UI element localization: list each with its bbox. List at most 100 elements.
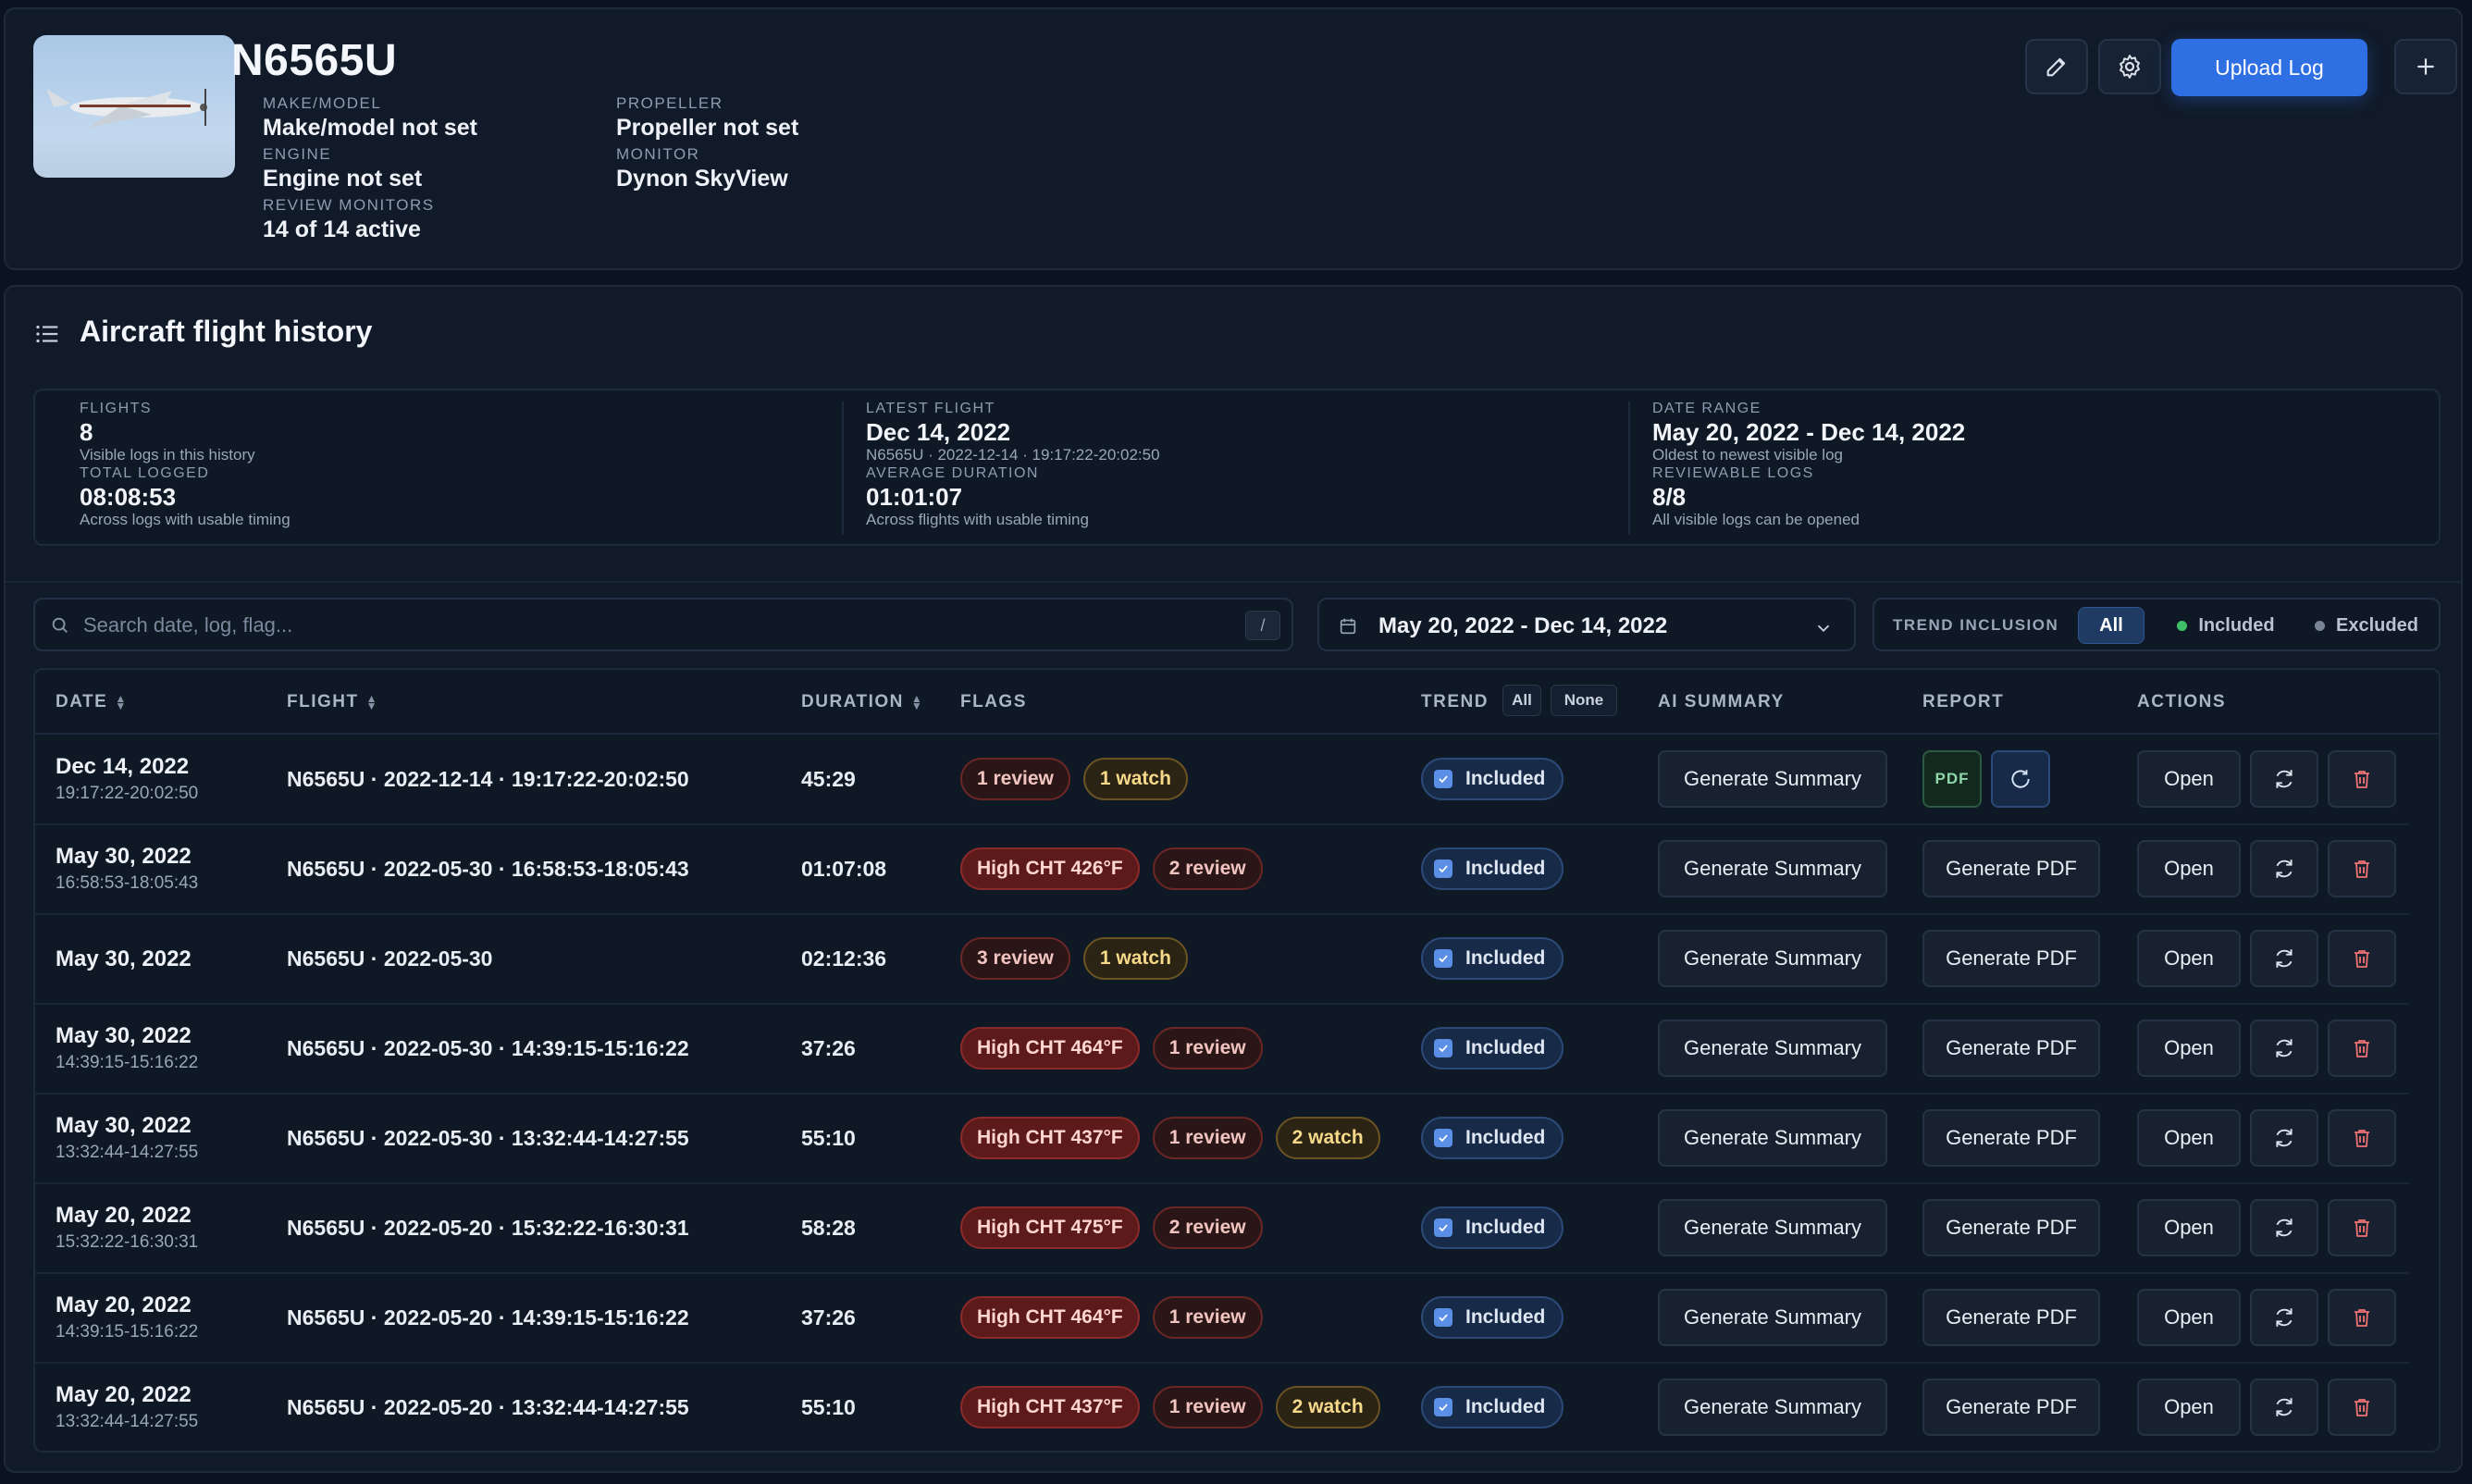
- stat-sub: Visible logs in this history: [80, 446, 255, 464]
- delete-button[interactable]: [2328, 1379, 2396, 1436]
- open-button[interactable]: Open: [2137, 840, 2241, 897]
- add-button[interactable]: [2394, 39, 2457, 94]
- generate-pdf-button[interactable]: Generate PDF: [1922, 1020, 2100, 1077]
- stat-value: 08:08:53: [80, 483, 177, 511]
- reprocess-button[interactable]: [2250, 1109, 2318, 1167]
- generate-summary-button[interactable]: Generate Summary: [1658, 750, 1887, 808]
- toggle-label: Included: [1465, 947, 1546, 969]
- delete-button[interactable]: [2328, 750, 2396, 808]
- open-button[interactable]: Open: [2137, 1109, 2241, 1167]
- delete-button[interactable]: [2328, 1020, 2396, 1077]
- trend-included-toggle[interactable]: Included: [1421, 1296, 1564, 1339]
- generate-pdf-button[interactable]: Generate PDF: [1922, 1289, 2100, 1346]
- column-duration-header[interactable]: DURATION ▲ ▼: [801, 692, 923, 712]
- delete-button[interactable]: [2328, 1109, 2396, 1167]
- flag-chip-watch: 1 watch: [1082, 937, 1188, 980]
- reprocess-button[interactable]: [2250, 1199, 2318, 1256]
- trend-none-button[interactable]: None: [1551, 685, 1617, 716]
- trash-icon: [2355, 1219, 2369, 1237]
- generate-pdf-button[interactable]: Generate PDF: [1922, 1199, 2100, 1256]
- stat-label: FLIGHTS: [80, 401, 153, 416]
- toggle-label: Included: [1465, 1217, 1546, 1238]
- regenerate-pdf-button[interactable]: [1991, 750, 2050, 808]
- generate-summary-button[interactable]: Generate Summary: [1658, 1199, 1887, 1256]
- open-button[interactable]: Open: [2137, 750, 2241, 808]
- date-range-select[interactable]: May 20, 2022 - Dec 14, 2022: [1317, 598, 1856, 651]
- filter-included-button[interactable]: Included: [2161, 607, 2291, 644]
- row-time: 19:17:22-20:02:50: [56, 784, 199, 803]
- gear-icon: [2120, 55, 2140, 79]
- settings-button[interactable]: [2098, 39, 2161, 94]
- row-flags: High CHT 426°F 2 review: [960, 847, 1263, 890]
- reprocess-button[interactable]: [2250, 1020, 2318, 1077]
- generate-summary-button[interactable]: Generate Summary: [1658, 1289, 1887, 1346]
- generate-summary-button[interactable]: Generate Summary: [1658, 1379, 1887, 1436]
- trend-included-toggle[interactable]: Included: [1421, 937, 1564, 980]
- reprocess-button[interactable]: [2250, 930, 2318, 987]
- trash-icon: [2355, 1040, 2369, 1057]
- column-actions-header: ACTIONS: [2137, 692, 2226, 711]
- delete-button[interactable]: [2328, 840, 2396, 897]
- row-date: May 30, 2022: [56, 946, 192, 971]
- spec-propeller: PROPELLER Propeller not set: [616, 94, 798, 142]
- row-duration: 55:10: [801, 1126, 856, 1150]
- filter-excluded-button[interactable]: Excluded: [2302, 607, 2431, 644]
- delete-button[interactable]: [2328, 930, 2396, 987]
- reprocess-button[interactable]: [2250, 1289, 2318, 1346]
- reprocess-button[interactable]: [2250, 1379, 2318, 1436]
- generate-summary-button[interactable]: Generate Summary: [1658, 1020, 1887, 1077]
- refresh-icon: [2276, 859, 2293, 878]
- row-flags: High CHT 464°F 1 review: [960, 1296, 1263, 1339]
- open-button[interactable]: Open: [2137, 1199, 2241, 1256]
- search-input[interactable]: Search date, log, flag... /: [33, 598, 1293, 651]
- sort-icon: ▲ ▼: [365, 692, 378, 712]
- open-button[interactable]: Open: [2137, 930, 2241, 987]
- delete-button[interactable]: [2328, 1199, 2396, 1256]
- delete-button[interactable]: [2328, 1289, 2396, 1346]
- generate-pdf-button[interactable]: Generate PDF: [1922, 1109, 2100, 1167]
- trend-included-toggle[interactable]: Included: [1421, 1027, 1564, 1070]
- toggle-label: Included: [1465, 768, 1546, 789]
- checkbox-icon: [1434, 949, 1452, 968]
- row-date: May 30, 2022: [56, 1113, 192, 1138]
- generate-pdf-button[interactable]: Generate PDF: [1922, 1379, 2100, 1436]
- reprocess-button[interactable]: [2250, 750, 2318, 808]
- refresh-icon: [2276, 1398, 2293, 1416]
- flag-chip-high: High CHT 426°F: [960, 847, 1140, 890]
- row-date: May 30, 2022: [56, 844, 192, 869]
- generate-pdf-button[interactable]: Generate PDF: [1922, 840, 2100, 897]
- trend-included-toggle[interactable]: Included: [1421, 758, 1564, 800]
- stat-value: 01:01:07: [866, 483, 963, 511]
- reprocess-button[interactable]: [2250, 840, 2318, 897]
- row-duration: 45:29: [801, 767, 856, 791]
- trend-included-toggle[interactable]: Included: [1421, 847, 1564, 890]
- column-date-header[interactable]: DATE ▲ ▼: [56, 692, 128, 712]
- open-button[interactable]: Open: [2137, 1020, 2241, 1077]
- column-label: DATE: [56, 692, 108, 711]
- row-date: May 20, 2022: [56, 1292, 192, 1317]
- row-flags: High CHT 437°F 1 review 2 watch: [960, 1386, 1380, 1428]
- filter-all-button[interactable]: All: [2078, 607, 2144, 644]
- column-ai-summary-header: AI SUMMARY: [1658, 692, 1785, 711]
- row-flags: High CHT 475°F 2 review: [960, 1206, 1263, 1249]
- trend-all-button[interactable]: All: [1502, 685, 1541, 716]
- trash-icon: [2355, 950, 2369, 968]
- pdf-button[interactable]: PDF: [1922, 750, 1982, 808]
- generate-summary-button[interactable]: Generate Summary: [1658, 1109, 1887, 1167]
- edit-button[interactable]: [2025, 39, 2088, 94]
- plus-icon: [2417, 58, 2434, 75]
- search-icon: [52, 617, 68, 633]
- generate-pdf-button[interactable]: Generate PDF: [1922, 930, 2100, 987]
- generate-summary-button[interactable]: Generate Summary: [1658, 930, 1887, 987]
- open-button[interactable]: Open: [2137, 1379, 2241, 1436]
- row-flags: High CHT 437°F 1 review 2 watch: [960, 1117, 1380, 1159]
- generate-summary-button[interactable]: Generate Summary: [1658, 840, 1887, 897]
- upload-log-button[interactable]: Upload Log: [2171, 39, 2367, 96]
- trend-included-toggle[interactable]: Included: [1421, 1206, 1564, 1249]
- column-flight-header[interactable]: FLIGHT ▲ ▼: [287, 692, 378, 712]
- open-button[interactable]: Open: [2137, 1289, 2241, 1346]
- trend-included-toggle[interactable]: Included: [1421, 1386, 1564, 1428]
- trend-included-toggle[interactable]: Included: [1421, 1117, 1564, 1159]
- date-range-value: May 20, 2022 - Dec 14, 2022: [1378, 613, 1668, 638]
- column-label: DURATION: [801, 692, 904, 711]
